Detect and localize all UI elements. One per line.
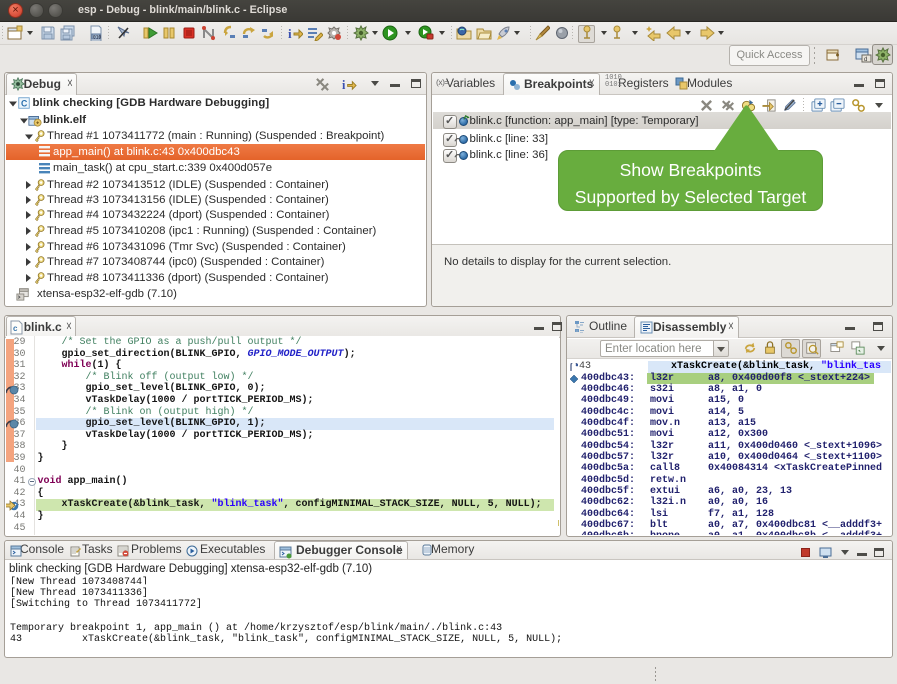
svg-text:C: C xyxy=(21,99,28,109)
svg-text:c: c xyxy=(13,324,18,333)
svg-text:i: i xyxy=(342,78,346,92)
svg-text:010: 010 xyxy=(93,35,101,41)
svg-text:d: d xyxy=(864,57,867,63)
svg-text:i: i xyxy=(288,26,292,41)
